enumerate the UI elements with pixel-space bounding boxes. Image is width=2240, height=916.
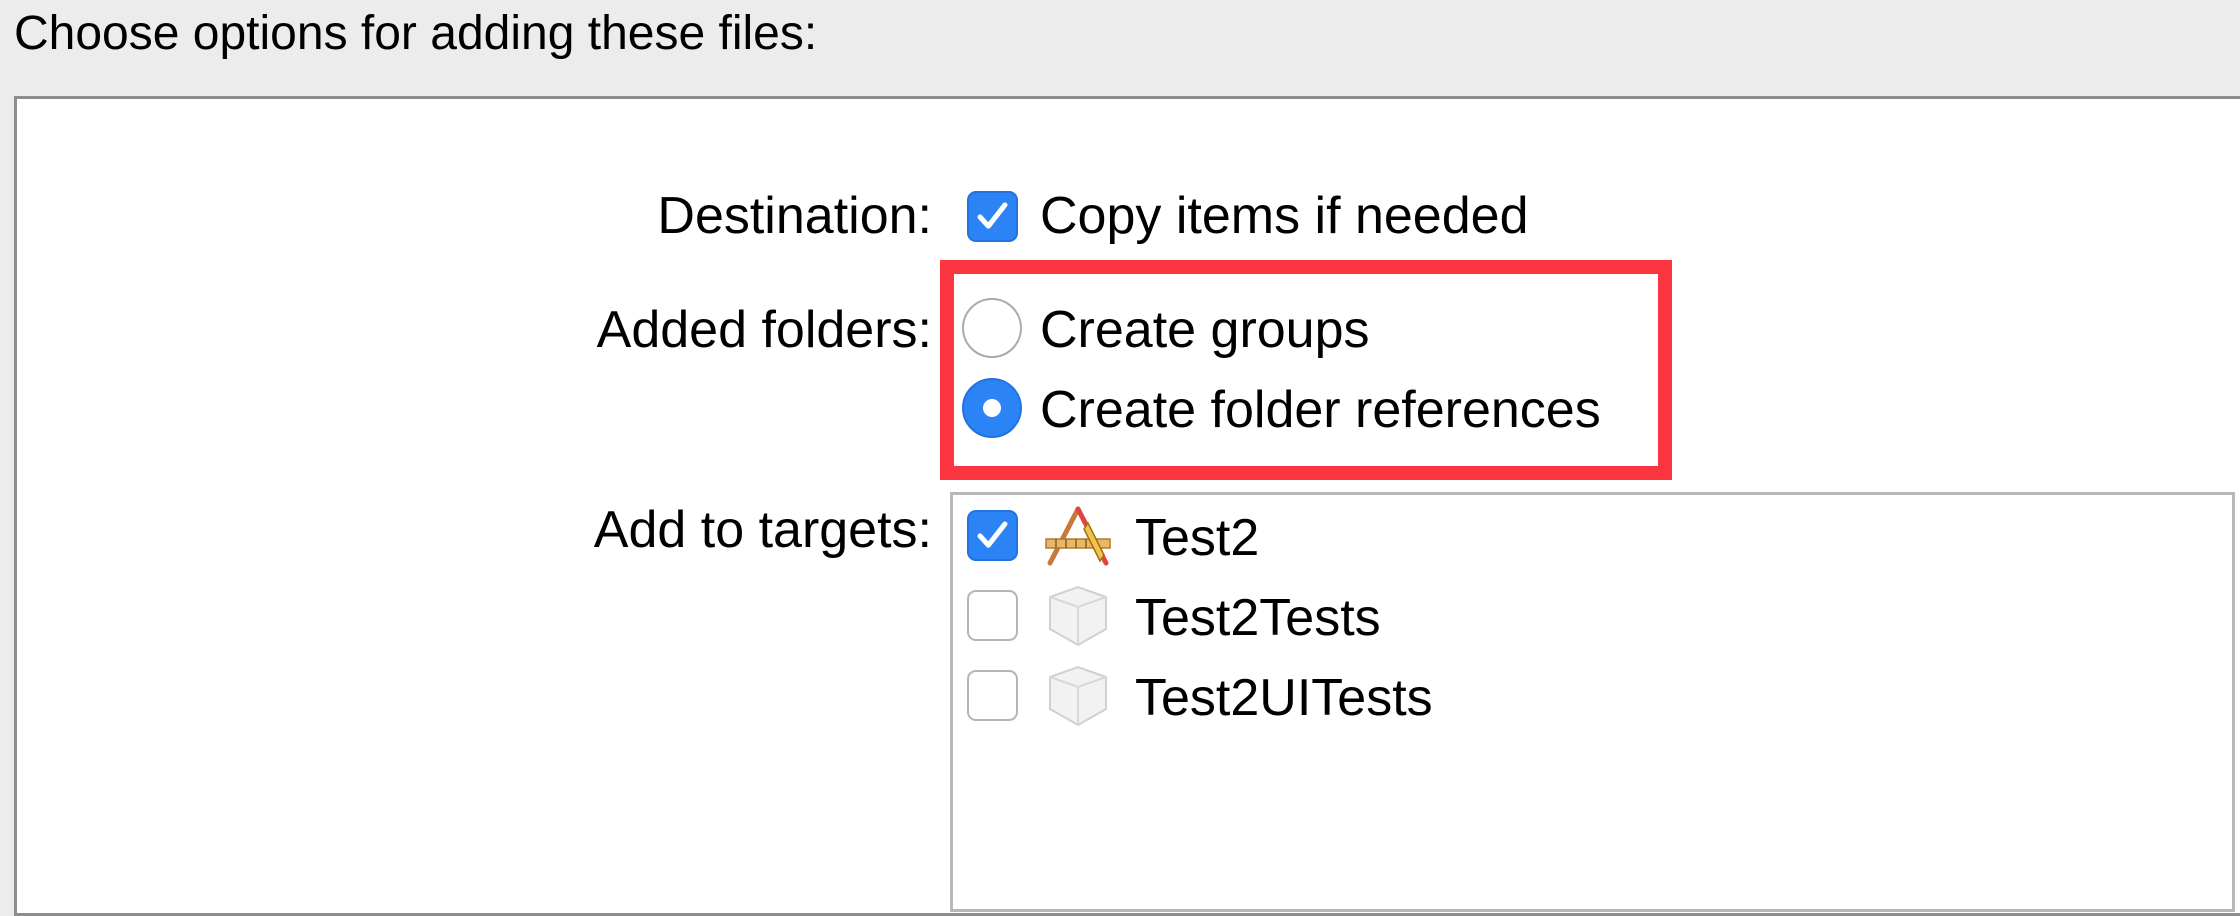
checkmark-icon: [977, 521, 1008, 548]
target-label-test2uitests: Test2UITests: [1135, 669, 1433, 727]
dialog-prompt: Choose options for adding these files:: [14, 7, 818, 60]
app-target-icon: [1045, 506, 1111, 566]
annotation-highlight-box: [940, 260, 1672, 480]
add-to-targets-label: Add to targets:: [593, 501, 932, 559]
test-bundle-icon: [1049, 665, 1107, 727]
added-folders-label: Added folders:: [596, 301, 932, 359]
checkmark-icon: [977, 202, 1008, 229]
target-checkbox-test2uitests[interactable]: [967, 670, 1018, 721]
target-label-test2: Test2: [1135, 509, 1260, 567]
target-checkbox-test2tests[interactable]: [967, 590, 1018, 641]
test-bundle-icon: [1049, 585, 1107, 647]
target-checkbox-test2[interactable]: [967, 510, 1018, 561]
copy-items-checkbox[interactable]: [967, 191, 1018, 242]
copy-items-label[interactable]: Copy items if needed: [1040, 186, 1529, 246]
target-label-test2tests: Test2Tests: [1135, 589, 1381, 647]
destination-label: Destination:: [657, 187, 932, 245]
